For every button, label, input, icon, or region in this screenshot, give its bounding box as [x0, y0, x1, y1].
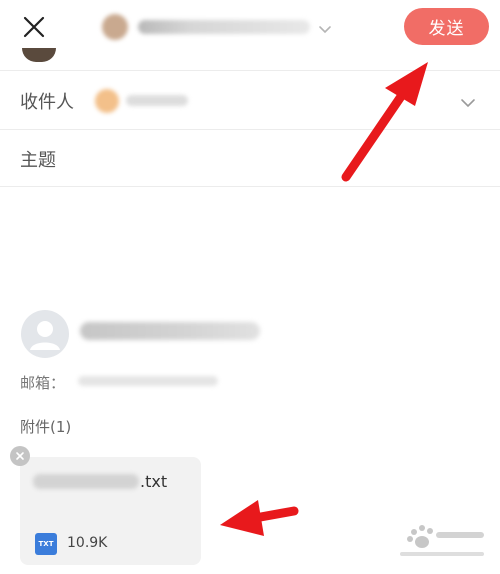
txt-file-icon: TXT [35, 533, 57, 555]
recipient-label: 收件人 [20, 92, 74, 113]
header-divider [0, 70, 500, 71]
sender-account-redacted[interactable] [138, 20, 310, 34]
user-avatar [22, 48, 56, 62]
close-button[interactable] [14, 10, 54, 44]
close-icon [23, 16, 45, 38]
email-value-redacted [78, 376, 218, 386]
contact-email-redacted [80, 322, 260, 340]
recipient-avatar [95, 89, 119, 113]
contact-avatar [21, 310, 69, 358]
email-label: 邮箱： [20, 374, 66, 392]
subject-divider [0, 186, 500, 187]
recipient-expand-button[interactable] [460, 93, 476, 112]
sender-dropdown[interactable] [318, 20, 332, 39]
attachments-label: 附件(1) [20, 418, 72, 436]
person-icon [30, 321, 60, 350]
arrow-to-send-icon [341, 62, 428, 182]
chevron-down-icon [319, 26, 331, 34]
recipient-divider [0, 129, 500, 130]
attachment-extension: .txt [140, 472, 168, 491]
sender-avatar [102, 14, 128, 40]
subject-field[interactable]: 主题 [20, 146, 56, 172]
arrow-to-attachment-icon [220, 500, 299, 536]
watermark-logo [400, 525, 484, 556]
close-badge-icon [16, 452, 24, 460]
send-button[interactable]: 发送 [404, 8, 489, 45]
attachment-size: 10.9K [67, 535, 108, 551]
remove-attachment-button[interactable] [10, 446, 30, 466]
attachment-filename-redacted [33, 474, 139, 489]
chevron-down-icon [461, 99, 475, 108]
recipient-name-redacted[interactable] [126, 95, 188, 106]
